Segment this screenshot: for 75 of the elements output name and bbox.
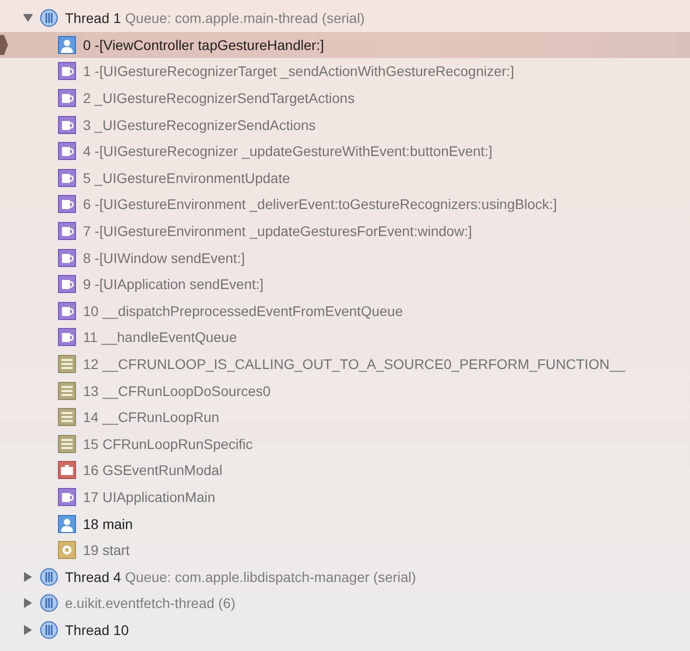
- stack-frame-label: 14 __CFRunLoopRun: [83, 409, 220, 426]
- stack-frame-row[interactable]: 0 -[ViewController tapGestureHandler:]: [0, 32, 690, 58]
- stack-frame-row[interactable]: 1 -[UIGestureRecognizerTarget _sendActionWithGestureRecognizer:]: [0, 58, 690, 85]
- list-icon: [58, 355, 76, 374]
- stack-frame-label: 8 -[UIWindow sendEvent:]: [83, 250, 245, 266]
- mug-icon: [58, 168, 76, 187]
- stack-frame-row[interactable]: 12 __CFRUNLOOP_IS_CALLING_OUT_TO_A_SOURCE0_PERFORM_FUNCTION__: [0, 350, 690, 378]
- person-icon: [58, 36, 76, 54]
- stack-frame-label: 11 __handleEventQueue: [83, 329, 237, 346]
- stack-frame-row[interactable]: 8 -[UIWindow sendEvent:]: [0, 244, 690, 271]
- thread-name: Thread 10: [65, 622, 129, 638]
- stack-frame-label: 0 -[ViewController tapGestureHandler:]: [83, 36, 324, 53]
- stack-frame-label: 12 __CFRUNLOOP_IS_CALLING_OUT_TO_A_SOURCE0_PERFORM_FUNCTION__: [83, 356, 626, 372]
- person-icon: [58, 514, 76, 533]
- stack-frame-row[interactable]: 17 UIApplicationMain: [0, 484, 690, 510]
- disclosure-triangle-icon[interactable]: [23, 598, 33, 608]
- stack-frame-label: 5 _UIGestureEnvironmentUpdate: [83, 170, 290, 186]
- stack-frame-row[interactable]: 9 -[UIApplication sendEvent:]: [0, 270, 690, 298]
- mug-icon: [58, 142, 76, 160]
- stack-frame-row[interactable]: 18 main: [0, 510, 690, 537]
- disclosure-triangle-icon[interactable]: [23, 624, 33, 635]
- mug-icon: [58, 488, 76, 506]
- list-icon: [58, 382, 76, 400]
- stack-frame-label: 3 _UIGestureRecognizerSendActions: [83, 116, 316, 133]
- briefcase-icon: [58, 461, 76, 480]
- stack-frame-label: 6 -[UIGestureEnvironment _deliverEvent:toGestureRecognizers:usingBlock:]: [83, 196, 557, 212]
- gear-icon: [58, 541, 76, 560]
- thread-queue: e.uikit.eventfetch-thread (6): [65, 595, 236, 612]
- thread-name: Thread 1: [65, 10, 122, 26]
- stack-frame-label: 17 UIApplicationMain: [83, 488, 216, 505]
- thread-icon: [40, 620, 58, 639]
- mug-icon: [58, 62, 76, 80]
- instruction-pointer-icon: [0, 34, 8, 55]
- stack-frame-row[interactable]: 2 _UIGestureRecognizerSendTargetActions: [0, 84, 690, 112]
- stack-frame-label: 1 -[UIGestureRecognizerTarget _sendActionWithGestureRecognizer:]: [83, 63, 514, 80]
- stack-frame-label: 4 -[UIGestureRecognizer _updateGestureWithEvent:buttonEvent:]: [83, 143, 492, 160]
- stack-frame-label: 16 GSEventRunModal: [83, 462, 222, 478]
- thread-queue: Queue: com.apple.libdispatch-manager (serial): [125, 568, 416, 585]
- stack-frame-row[interactable]: 4 -[UIGestureRecognizer _updateGestureWithEvent:buttonEvent:]: [0, 138, 690, 165]
- stack-frame-row[interactable]: 6 -[UIGestureEnvironment _deliverEvent:toGestureRecognizers:usingBlock:]: [0, 191, 690, 218]
- stack-frame-row[interactable]: 16 GSEventRunModal: [0, 457, 690, 484]
- stack-frame-row[interactable]: 5 _UIGestureEnvironmentUpdate: [0, 164, 690, 192]
- stack-frame-row[interactable]: 15 CFRunLoopRunSpecific: [0, 430, 690, 458]
- stack-frame-row[interactable]: 3 _UIGestureRecognizerSendActions: [0, 111, 690, 138]
- list-icon: [58, 408, 76, 426]
- thread-queue: Queue: com.apple.main-thread (serial): [125, 10, 365, 26]
- mug-icon: [58, 222, 76, 240]
- mug-icon: [58, 248, 76, 267]
- mug-icon: [58, 195, 76, 214]
- stack-frame-label: 2 _UIGestureRecognizerSendTargetActions: [83, 90, 355, 106]
- thread-icon: [40, 9, 58, 28]
- stack-frame-row[interactable]: 11 __handleEventQueue: [0, 324, 690, 351]
- thread-icon: [40, 594, 58, 612]
- mug-icon: [58, 89, 76, 108]
- disclosure-triangle-icon[interactable]: [23, 572, 33, 582]
- mug-icon: [58, 116, 76, 134]
- disclosure-triangle-icon[interactable]: [23, 13, 33, 24]
- stack-frame-row[interactable]: 14 __CFRunLoopRun: [0, 404, 690, 430]
- stack-frame-label: 13 __CFRunLoopDoSources0: [83, 382, 271, 399]
- mug-icon: [58, 328, 76, 346]
- stack-frame-label: 18 main: [83, 516, 133, 532]
- stack-frame-label: 10 __dispatchPreprocessedEventFromEventQueue: [83, 302, 403, 319]
- mug-icon: [58, 302, 76, 320]
- stack-frame-label: 7 -[UIGestureEnvironment _updateGesturesForEvent:window:]: [83, 223, 472, 240]
- stack-frame-row[interactable]: 19 start: [0, 536, 690, 564]
- mug-icon: [58, 275, 76, 294]
- stack-frame-label: 15 CFRunLoopRunSpecific: [83, 436, 253, 452]
- list-icon: [58, 434, 76, 453]
- stack-frame-row[interactable]: 10 __dispatchPreprocessedEventFromEventQueue: [0, 298, 690, 324]
- stack-frame-row[interactable]: 7 -[UIGestureEnvironment _updateGesturesForEvent:window:]: [0, 218, 690, 244]
- stack-frame-label: 19 start: [83, 542, 130, 558]
- stack-frame-row[interactable]: 13 __CFRunLoopDoSources0: [0, 377, 690, 404]
- thread-icon: [40, 568, 58, 586]
- thread-name: Thread 4: [65, 568, 122, 585]
- stack-frame-label: 9 -[UIApplication sendEvent:]: [83, 276, 264, 292]
